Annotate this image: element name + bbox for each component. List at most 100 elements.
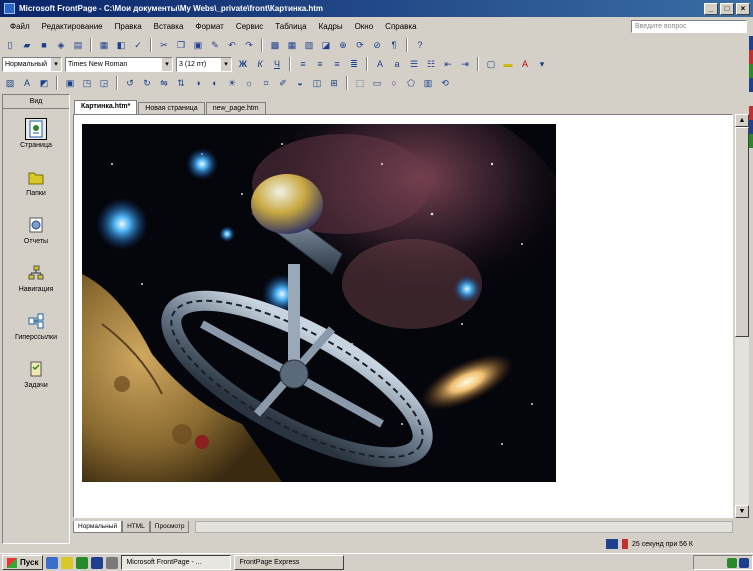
bullets-icon[interactable]: ☷	[423, 56, 439, 72]
folder-list-icon[interactable]: ▤	[70, 37, 86, 53]
page-editor[interactable]	[73, 114, 733, 518]
select-icon[interactable]: ⬚	[352, 75, 368, 91]
copy-icon[interactable]: ❐	[173, 37, 189, 53]
preview-icon[interactable]: ◧	[113, 37, 129, 53]
view-tasks[interactable]: Задачи	[3, 349, 69, 397]
menu-tools[interactable]: Сервис	[230, 22, 269, 31]
menu-file[interactable]: Файл	[4, 22, 36, 31]
spelling-icon[interactable]: ✓	[130, 37, 146, 53]
tab-normal[interactable]: Нормальный	[73, 521, 123, 533]
tray-network-icon[interactable]	[739, 557, 749, 568]
redo-icon[interactable]: ↷	[241, 37, 257, 53]
flip-horizontal-icon[interactable]: ⇋	[156, 75, 172, 91]
save-icon[interactable]: ■	[36, 37, 52, 53]
maximize-button[interactable]: □	[720, 2, 734, 15]
insert-table-icon[interactable]: ▦	[284, 37, 300, 53]
scroll-thumb[interactable]	[735, 127, 749, 337]
close-button[interactable]: ×	[736, 2, 750, 15]
less-brightness-icon[interactable]: ☼	[241, 75, 257, 91]
minimize-button[interactable]: _	[704, 2, 718, 15]
paste-icon[interactable]: ▣	[190, 37, 206, 53]
font-combo[interactable]: Times New Roman	[65, 56, 173, 72]
rotate-right-icon[interactable]: ↻	[139, 75, 155, 91]
refresh-icon[interactable]: ⟳	[352, 37, 368, 53]
task-frontpage-express[interactable]: FrontPage Express	[234, 555, 345, 570]
web-component-icon[interactable]: ▩	[267, 37, 283, 53]
publish-icon[interactable]: ◈	[53, 37, 69, 53]
set-transparent-icon[interactable]: ✐	[275, 75, 291, 91]
polygon-hotspot-icon[interactable]: ⬠	[403, 75, 419, 91]
decrease-font-icon[interactable]: a	[389, 56, 405, 72]
menu-help[interactable]: Справка	[379, 22, 422, 31]
italic-icon[interactable]: К	[252, 56, 268, 72]
dropdown-icon[interactable]: ▾	[534, 56, 550, 72]
more-brightness-icon[interactable]: ☀	[224, 75, 240, 91]
scroll-down-icon[interactable]: ▼	[735, 505, 749, 518]
tab-html[interactable]: HTML	[122, 521, 150, 533]
view-page[interactable]: Страница	[3, 109, 69, 157]
numbering-icon[interactable]: ☰	[406, 56, 422, 72]
increase-indent-icon[interactable]: ⇥	[457, 56, 473, 72]
menu-insert[interactable]: Вставка	[148, 22, 190, 31]
align-right-icon[interactable]: ≡	[329, 56, 345, 72]
more-contrast-icon[interactable]: ◑	[190, 75, 206, 91]
color-icon[interactable]: ◒	[292, 75, 308, 91]
decrease-indent-icon[interactable]: ⇤	[440, 56, 456, 72]
menu-table[interactable]: Таблица	[269, 22, 312, 31]
tab-new-page[interactable]: Новая страница	[138, 102, 205, 114]
flip-vertical-icon[interactable]: ⇅	[173, 75, 189, 91]
print-icon[interactable]: ▦	[96, 37, 112, 53]
less-contrast-icon[interactable]: ◐	[207, 75, 223, 91]
align-center-icon[interactable]: ≡	[312, 56, 328, 72]
desktop-icon[interactable]	[76, 556, 89, 569]
tab-new-page-htm[interactable]: new_page.htm	[205, 102, 266, 114]
font-color-icon[interactable]: A	[517, 56, 533, 72]
hyperlink-icon[interactable]: ⊕	[335, 37, 351, 53]
borders-icon[interactable]: ▢	[483, 56, 499, 72]
increase-font-icon[interactable]: A	[372, 56, 388, 72]
space-station-picture[interactable]	[82, 124, 556, 482]
resample-icon[interactable]: ⊞	[326, 75, 342, 91]
tray-volume-icon[interactable]	[727, 557, 737, 568]
circle-hotspot-icon[interactable]: ○	[386, 75, 402, 91]
underline-icon[interactable]: Ч	[269, 56, 285, 72]
menu-frames[interactable]: Кадры	[313, 22, 349, 31]
show-all-icon[interactable]: ¶	[386, 37, 402, 53]
undo-icon[interactable]: ↶	[224, 37, 240, 53]
position-absolute-icon[interactable]: ▣	[62, 75, 78, 91]
start-button[interactable]: Пуск	[2, 555, 44, 570]
horizontal-scrollbar[interactable]	[195, 521, 733, 533]
justify-icon[interactable]: ≣	[346, 56, 362, 72]
format-painter-icon[interactable]: ✎	[207, 37, 223, 53]
style-combo[interactable]: Нормальный	[2, 56, 62, 72]
stop-icon[interactable]: ⊘	[369, 37, 385, 53]
tab-preview[interactable]: Просмотр	[149, 521, 190, 533]
drawing-icon[interactable]: ◪	[318, 37, 334, 53]
help-question-input[interactable]: Введите вопрос	[631, 20, 747, 33]
view-hyperlinks[interactable]: Гиперссылки	[3, 301, 69, 349]
cut-icon[interactable]: ✂	[156, 37, 172, 53]
autothumbnail-icon[interactable]: ◩	[36, 75, 52, 91]
internet-explorer-icon[interactable]	[46, 556, 59, 569]
align-left-icon[interactable]: ≡	[295, 56, 311, 72]
help-icon[interactable]: ?	[412, 37, 428, 53]
crop-icon[interactable]: ⌗	[258, 75, 274, 91]
restore-icon[interactable]: ⟲	[437, 75, 453, 91]
text-on-picture-icon[interactable]: A	[19, 75, 35, 91]
bold-icon[interactable]: Ж	[235, 56, 251, 72]
scroll-up-icon[interactable]: ▲	[735, 114, 749, 127]
menu-window[interactable]: Окно	[349, 22, 380, 31]
bring-forward-icon[interactable]: ◳	[79, 75, 95, 91]
channels-icon[interactable]	[106, 556, 119, 569]
frontpage-quicklaunch-icon[interactable]	[91, 556, 104, 569]
outlook-icon[interactable]	[61, 556, 74, 569]
menu-correction[interactable]: Правка	[109, 22, 148, 31]
task-frontpage[interactable]: Microsoft FrontPage - ...	[121, 555, 232, 570]
view-navigation[interactable]: Навигация	[3, 253, 69, 301]
new-page-icon[interactable]: ▯	[2, 37, 18, 53]
rotate-left-icon[interactable]: ↺	[122, 75, 138, 91]
font-size-combo[interactable]: 3 (12 пт)	[176, 56, 232, 72]
highlight-icon[interactable]: ▬	[500, 56, 516, 72]
view-folders[interactable]: Папки	[3, 157, 69, 205]
highlight-hotspots-icon[interactable]: ▥	[420, 75, 436, 91]
